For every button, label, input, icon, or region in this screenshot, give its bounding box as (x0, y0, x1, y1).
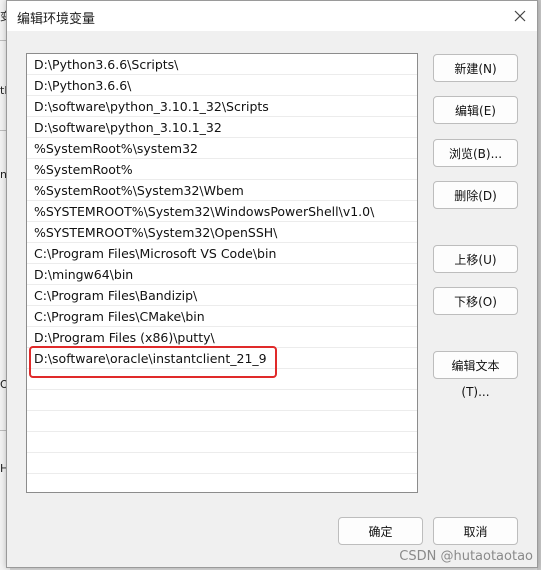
path-list-item[interactable]: %SYSTEMROOT%\System32\OpenSSH\ (27, 222, 417, 243)
empty-list-row[interactable] (27, 453, 417, 474)
path-list-item[interactable]: %SystemRoot%\System32\Wbem (27, 180, 417, 201)
empty-list-row[interactable] (27, 411, 417, 432)
path-list-item[interactable]: D:\software\python_3.10.1_32\Scripts (27, 96, 417, 117)
empty-list-row[interactable] (27, 432, 417, 453)
ok-button[interactable]: 确定 (338, 517, 423, 545)
path-list-item[interactable]: C:\Program Files\Bandizip\ (27, 285, 417, 306)
path-list-item[interactable]: D:\software\python_3.10.1_32 (27, 117, 417, 138)
move-up-button[interactable]: 上移(U) (433, 245, 518, 273)
path-list-item[interactable]: D:\Python3.6.6\ (27, 75, 417, 96)
path-list-item[interactable]: D:\mingw64\bin (27, 264, 417, 285)
path-list-item[interactable]: %SYSTEMROOT%\System32\WindowsPowerShell\… (27, 201, 417, 222)
delete-button[interactable]: 删除(D) (433, 181, 518, 209)
empty-list-row[interactable] (27, 390, 417, 411)
path-list-item[interactable]: %SystemRoot%\system32 (27, 138, 417, 159)
edit-env-variable-dialog: 编辑环境变量 D:\Python3.6.6\Scripts\ D:\Python3… (6, 0, 538, 568)
edit-button[interactable]: 编辑(E) (433, 96, 518, 124)
title-bar: 编辑环境变量 (7, 1, 537, 31)
browse-button[interactable]: 浏览(B)... (433, 139, 518, 167)
path-list-item[interactable]: %SystemRoot% (27, 159, 417, 180)
dialog-title: 编辑环境变量 (17, 12, 96, 27)
cancel-button[interactable]: 取消 (433, 517, 518, 545)
close-icon[interactable] (509, 5, 531, 27)
empty-list-row[interactable] (27, 474, 417, 492)
new-button[interactable]: 新建(N) (433, 54, 518, 82)
move-down-button[interactable]: 下移(O) (433, 287, 518, 315)
path-list-item[interactable]: D:\Python3.6.6\Scripts\ (27, 54, 417, 75)
empty-list-row[interactable] (27, 369, 417, 390)
path-list-item[interactable]: C:\Program Files\Microsoft VS Code\bin (27, 243, 417, 264)
watermark: CSDN @hutaotaotao (399, 549, 533, 564)
path-list-item[interactable]: D:\Program Files (x86)\putty\ (27, 327, 417, 348)
path-list-item[interactable]: D:\software\oracle\instantclient_21_9 (27, 348, 417, 369)
edit-text-button[interactable]: 编辑文本(T)... (433, 351, 518, 399)
path-list-item[interactable]: C:\Program Files\CMake\bin (27, 306, 417, 327)
path-list[interactable]: D:\Python3.6.6\Scripts\ D:\Python3.6.6\ D:… (26, 53, 418, 493)
